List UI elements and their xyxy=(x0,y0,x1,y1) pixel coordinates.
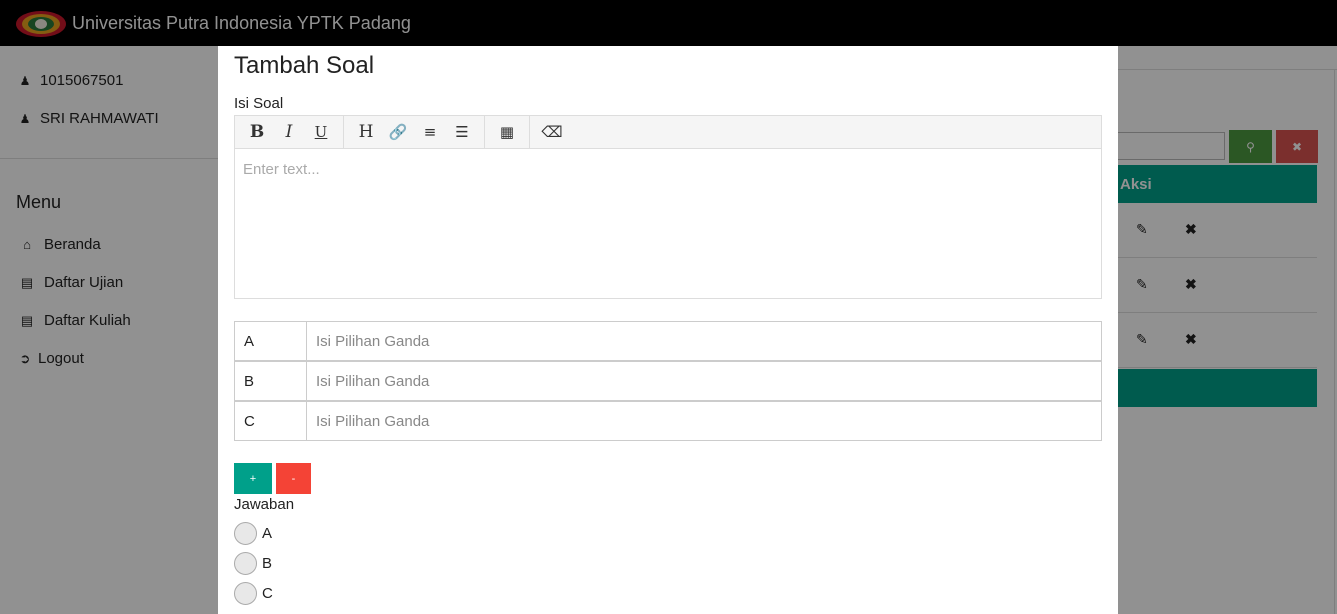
modal-title: Tambah Soal xyxy=(234,52,375,79)
add-question-modal: Tambah Soal Isi Soal B I U H 🔗 ≡ ☰ ▦ ⌫ E… xyxy=(218,46,1118,614)
editor-text-area[interactable]: Enter text... xyxy=(235,149,1101,298)
choice-key: B xyxy=(235,362,307,400)
radio-button[interactable] xyxy=(234,522,257,545)
link-icon[interactable]: 🔗 xyxy=(382,123,414,141)
bold-button[interactable]: B xyxy=(241,122,273,142)
add-choice-button[interactable]: + xyxy=(234,463,272,494)
italic-button[interactable]: I xyxy=(273,122,305,142)
eraser-icon[interactable]: ⌫ xyxy=(536,123,568,141)
editor-toolbar: B I U H 🔗 ≡ ☰ ▦ ⌫ xyxy=(235,115,1101,149)
question-label: Isi Soal xyxy=(234,95,284,112)
answer-label: Jawaban xyxy=(234,496,295,513)
remove-choice-button[interactable]: - xyxy=(276,463,311,494)
unordered-list-icon[interactable]: ☰ xyxy=(446,123,478,141)
choice-input-c[interactable] xyxy=(307,402,1101,440)
heading-button[interactable]: H xyxy=(350,122,382,142)
answer-option-label: A xyxy=(262,525,273,542)
choice-row: B xyxy=(234,361,1102,401)
choice-input-b[interactable] xyxy=(307,362,1101,400)
answer-option-c[interactable]: C xyxy=(234,582,273,605)
choice-row: A xyxy=(234,321,1102,361)
choice-row: C xyxy=(234,401,1102,441)
answer-option-b[interactable]: B xyxy=(234,552,272,575)
choice-key: A xyxy=(235,322,307,360)
radio-button[interactable] xyxy=(234,582,257,605)
ordered-list-icon[interactable]: ≡ xyxy=(414,123,446,141)
underline-button[interactable]: U xyxy=(305,123,337,141)
answer-option-a[interactable]: A xyxy=(234,522,272,545)
choice-input-a[interactable] xyxy=(307,322,1101,360)
radio-button[interactable] xyxy=(234,552,257,575)
choices-list: A B C xyxy=(234,321,1102,441)
editor-placeholder: Enter text... xyxy=(243,161,320,178)
choice-key: C xyxy=(235,402,307,440)
answer-option-label: B xyxy=(262,555,273,572)
answer-option-label: C xyxy=(262,585,273,602)
table-icon[interactable]: ▦ xyxy=(491,123,523,141)
rich-text-editor: B I U H 🔗 ≡ ☰ ▦ ⌫ Enter text... xyxy=(234,115,1102,299)
